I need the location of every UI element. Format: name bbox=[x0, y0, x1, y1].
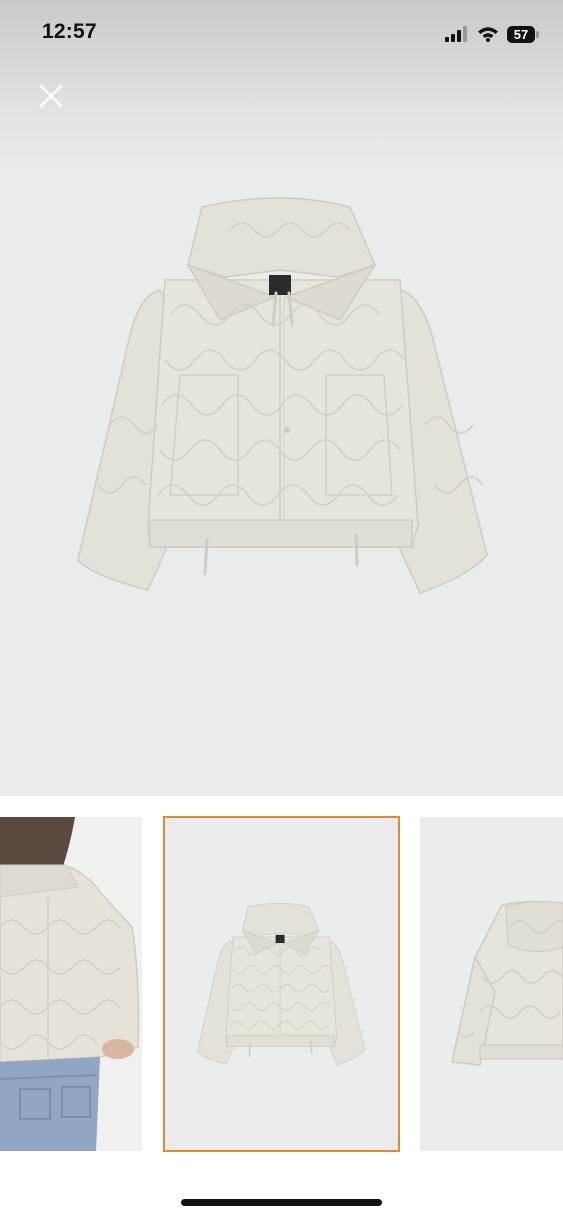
jacket-back-thumbnail bbox=[451, 900, 563, 1066]
jacket-front-thumbnail bbox=[196, 902, 366, 1066]
home-indicator[interactable] bbox=[181, 1199, 382, 1206]
thumbnail-strip[interactable] bbox=[0, 816, 563, 1152]
wifi-icon bbox=[478, 27, 498, 42]
close-button[interactable] bbox=[30, 75, 72, 117]
cellular-signal-icon bbox=[445, 26, 467, 42]
battery-level: 57 bbox=[507, 25, 535, 43]
close-icon bbox=[39, 84, 63, 108]
thumbnail-1[interactable] bbox=[0, 817, 142, 1151]
status-icons: 57 bbox=[445, 22, 539, 46]
status-time: 12:57 bbox=[42, 20, 97, 43]
jacket-back-on-model-thumbnail bbox=[0, 817, 142, 1151]
thumbnail-2[interactable] bbox=[163, 816, 400, 1152]
status-bar: 12:57 57 bbox=[0, 0, 563, 68]
product-image-viewer[interactable]: 12:57 57 bbox=[0, 0, 563, 796]
battery-icon: 57 bbox=[507, 25, 539, 43]
jacket-front-image[interactable] bbox=[70, 195, 495, 600]
thumbnail-3[interactable] bbox=[420, 817, 563, 1151]
battery-tip bbox=[536, 30, 539, 38]
